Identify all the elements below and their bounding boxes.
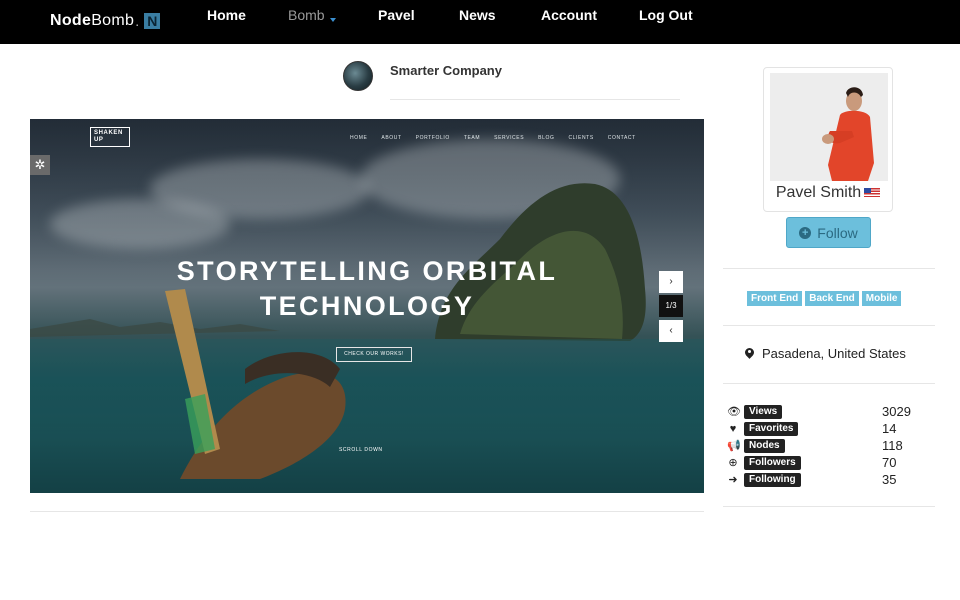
company-header: Smarter Company bbox=[343, 61, 502, 91]
map-pin-icon bbox=[745, 348, 754, 360]
slider-counter: 1/3 bbox=[659, 295, 683, 317]
site-menu: HOME ABOUT PORTFOLIO TEAM SERVICES BLOG … bbox=[350, 135, 636, 141]
person-illustration bbox=[770, 73, 888, 181]
plus-circle-icon: + bbox=[799, 226, 812, 239]
stat-following: ➜ Following 35 bbox=[727, 472, 927, 489]
stat-value: 14 bbox=[882, 421, 897, 436]
hero-title-line1: STORYTELLING ORBITAL bbox=[176, 256, 558, 286]
nav-home[interactable]: Home bbox=[207, 7, 246, 23]
site-logo: SHAKEN UP bbox=[90, 127, 130, 147]
stat-value: 3029 bbox=[882, 404, 911, 419]
brand-name-bold: Node bbox=[50, 12, 92, 29]
divider bbox=[390, 99, 680, 100]
project-screenshot[interactable]: SHAKEN UP HOME ABOUT PORTFOLIO TEAM SERV… bbox=[30, 119, 704, 493]
profile-name: Pavel Smith bbox=[764, 184, 892, 202]
stat-value: 70 bbox=[882, 455, 897, 470]
stat-views: 👁 Views 3029 bbox=[727, 404, 927, 421]
stat-label: Following bbox=[744, 473, 801, 487]
site-menu-item: PORTFOLIO bbox=[415, 135, 450, 141]
brand-logo[interactable]: Node Bomb . N bbox=[50, 8, 161, 34]
company-name[interactable]: Smarter Company bbox=[390, 62, 502, 80]
brand-dot: . bbox=[135, 13, 140, 29]
heart-icon: ♥ bbox=[729, 423, 737, 435]
nav-pavel[interactable]: Pavel bbox=[378, 7, 415, 23]
follow-button[interactable]: + Follow bbox=[786, 217, 871, 248]
site-menu-item: HOME bbox=[350, 135, 368, 141]
location: Pasadena, United States bbox=[745, 346, 906, 361]
site-menu-item: ABOUT bbox=[381, 135, 402, 141]
stat-label: Views bbox=[744, 405, 783, 419]
hero-cta-button: CHECK OUR WORKS! bbox=[336, 347, 412, 362]
top-navbar: Node Bomb . N Home Bomb Pavel News Accou… bbox=[0, 0, 960, 44]
stat-label: Followers bbox=[744, 456, 801, 470]
nav-account[interactable]: Account bbox=[541, 7, 597, 23]
site-menu-item: TEAM bbox=[463, 135, 481, 141]
slider-prev-button: ‹ bbox=[659, 320, 683, 342]
site-logo-line1: SHAKEN bbox=[94, 130, 123, 136]
divider bbox=[723, 383, 935, 384]
megaphone-icon: 📢 bbox=[727, 440, 741, 452]
skill-tag[interactable]: Front End bbox=[747, 291, 803, 306]
divider bbox=[723, 268, 935, 269]
profile-stats: 👁 Views 3029 ♥ Favorites 14 📢 Nodes 118 … bbox=[727, 404, 927, 489]
stat-label: Nodes bbox=[744, 439, 785, 453]
brand-name-light: Bomb bbox=[91, 12, 135, 29]
divider bbox=[723, 506, 935, 507]
site-menu-item: CONTACT bbox=[607, 135, 636, 141]
site-logo-line2: UP bbox=[94, 137, 104, 143]
location-text: Pasadena, United States bbox=[762, 346, 906, 361]
arrow-right-icon: ➜ bbox=[728, 474, 738, 486]
brand-badge: N bbox=[144, 13, 161, 29]
chevron-down-icon[interactable] bbox=[330, 18, 336, 22]
circle-plus-icon: ⊕ bbox=[728, 457, 738, 469]
follow-button-label: Follow bbox=[817, 224, 858, 241]
skill-tag[interactable]: Mobile bbox=[861, 291, 902, 306]
site-menu-item: CLIENTS bbox=[568, 135, 594, 141]
stat-nodes: 📢 Nodes 118 bbox=[727, 438, 927, 455]
scroll-down-label: SCROLL DOWN bbox=[339, 447, 383, 453]
stat-followers: ⊕ Followers 70 bbox=[727, 455, 927, 472]
stat-value: 118 bbox=[882, 438, 903, 453]
site-menu-item: SERVICES bbox=[494, 135, 525, 141]
nav-bomb[interactable]: Bomb bbox=[288, 7, 325, 23]
stat-label: Favorites bbox=[744, 422, 799, 436]
nav-logout[interactable]: Log Out bbox=[639, 7, 693, 23]
hero-title: STORYTELLING ORBITAL TECHNOLOGY bbox=[30, 254, 704, 324]
hero-title-line2: TECHNOLOGY bbox=[259, 291, 475, 321]
us-flag-icon bbox=[864, 188, 881, 198]
company-avatar[interactable] bbox=[343, 61, 373, 91]
nav-news[interactable]: News bbox=[459, 7, 496, 23]
site-menu-item: BLOG bbox=[538, 135, 555, 141]
eye-icon: 👁 bbox=[727, 406, 741, 418]
stat-favorites: ♥ Favorites 14 bbox=[727, 421, 927, 438]
divider bbox=[723, 325, 935, 326]
profile-name-text: Pavel Smith bbox=[775, 184, 862, 201]
skill-tags: Front End Back End Mobile bbox=[747, 291, 902, 306]
profile-photo[interactable] bbox=[770, 73, 888, 181]
profile-card: Pavel Smith bbox=[763, 67, 893, 212]
skill-tag[interactable]: Back End bbox=[805, 291, 859, 306]
stat-value: 35 bbox=[882, 472, 897, 487]
slider-next-button: › bbox=[659, 271, 683, 293]
gear-icon[interactable]: ✲ bbox=[30, 155, 50, 175]
divider bbox=[30, 511, 704, 512]
